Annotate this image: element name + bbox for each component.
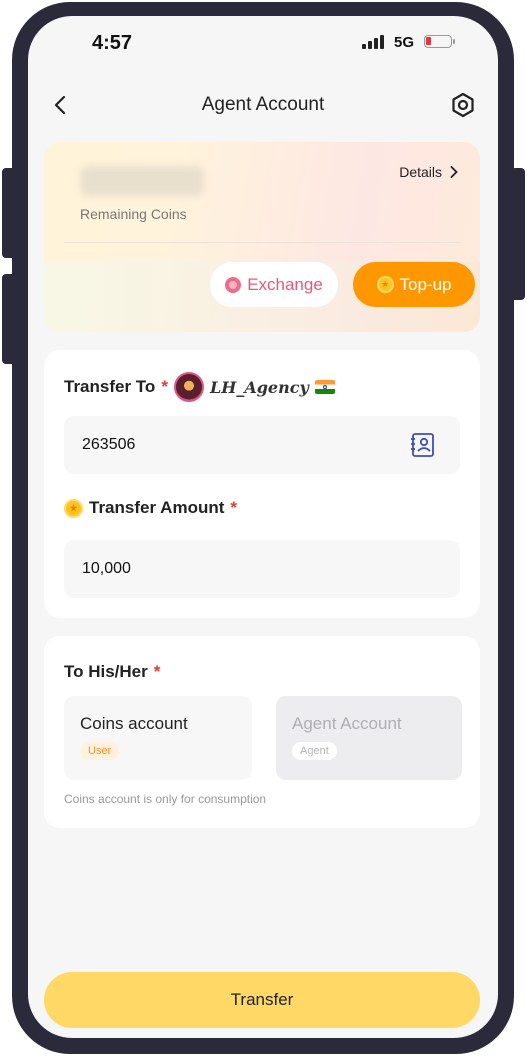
recipient-id-value: 263506 (82, 436, 136, 453)
screen: 4:57 5G Agent Account Remaining Coins De… (28, 16, 498, 1038)
blurred-balance (80, 166, 204, 196)
status-time: 4:57 (92, 32, 133, 54)
transfer-to-text: Transfer To (64, 377, 156, 396)
coin-icon: ★ (376, 276, 394, 293)
amount-value: 10,000 (82, 560, 131, 577)
settings-icon[interactable] (449, 91, 477, 119)
recipient-id-field[interactable]: 263506 (64, 416, 460, 474)
battery-tip (453, 39, 455, 44)
agency-name: LH_Agency (209, 377, 309, 397)
coins-card: Remaining Coins Details Exchange ★ Top-u… (44, 142, 480, 332)
required-mark: * (153, 662, 161, 681)
transfer-to-label: Transfer To * LH_Agency (64, 372, 335, 402)
agent-badge: Agent (292, 742, 337, 760)
chevron-right-icon (450, 166, 458, 178)
transfer-card: Transfer To * LH_Agency 263506 ★ Transfe… (44, 350, 480, 618)
status-bar: 4:57 5G (28, 16, 498, 72)
remaining-coins-label: Remaining Coins (80, 206, 187, 222)
card-divider (64, 242, 460, 243)
coins-account-title: Coins account (80, 714, 188, 733)
power-button (511, 168, 525, 300)
page-title: Agent Account (201, 94, 325, 115)
amount-field[interactable]: 10,000 (64, 540, 460, 598)
india-flag-icon (314, 380, 335, 394)
details-label: Details (399, 164, 442, 180)
transfer-amount-text: Transfer Amount (89, 498, 225, 517)
battery-icon (424, 35, 452, 48)
to-his-her-text: To His/Her (64, 662, 148, 681)
required-mark: * (161, 377, 168, 396)
agent-account-option[interactable]: Agent Account Agent (276, 696, 462, 780)
exchange-button[interactable]: Exchange (210, 262, 338, 307)
exchange-label: Exchange (247, 274, 323, 294)
volume-down-button (2, 274, 16, 364)
volume-up-button (2, 168, 16, 258)
destination-card: To His/Her * Coins account User Agent Ac… (44, 636, 480, 828)
required-mark: * (230, 498, 238, 517)
coins-account-hint: Coins account is only for consumption (64, 792, 267, 806)
agent-account-title: Agent Account (292, 714, 402, 733)
coins-account-option[interactable]: Coins account User (64, 696, 252, 780)
user-badge: User (80, 742, 120, 760)
topup-button[interactable]: ★ Top-up (353, 262, 475, 307)
signal-icon (362, 35, 384, 49)
contact-book-icon[interactable] (410, 432, 436, 458)
coin-icon: ★ (64, 498, 83, 518)
topup-label: Top-up (399, 274, 452, 294)
details-link[interactable]: Details (399, 164, 458, 180)
header: Agent Account (28, 86, 498, 126)
transfer-amount-label: ★ Transfer Amount * (64, 498, 237, 518)
exchange-icon (225, 276, 242, 293)
network-type: 5G (394, 34, 415, 51)
agency-avatar (173, 372, 204, 402)
to-his-her-label: To His/Her * (64, 662, 160, 682)
transfer-button[interactable]: Transfer (44, 972, 480, 1028)
